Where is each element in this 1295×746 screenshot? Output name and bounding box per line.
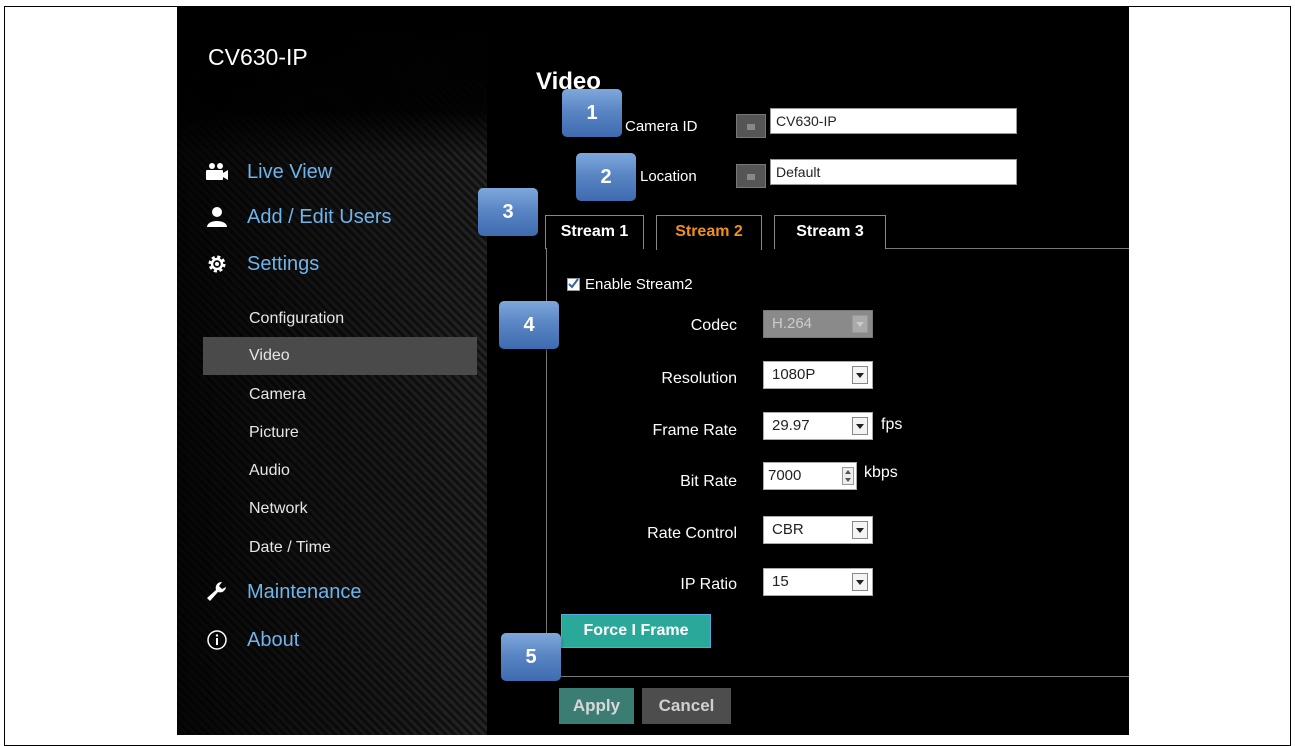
apply-button[interactable]: Apply [559, 688, 634, 724]
sidebar-item-label: Picture [249, 424, 299, 441]
bit-rate-unit: kbps [864, 464, 898, 481]
callout-5: 5 [501, 633, 561, 681]
sidebar: CV630-IP Live View Add / Edit Users Sett… [177, 6, 487, 735]
tabs-divider [886, 248, 1129, 249]
sidebar-item-date-time[interactable]: Date / Time [203, 529, 477, 567]
chevron-down-icon[interactable] [852, 366, 868, 384]
ip-ratio-select[interactable]: 15 [763, 568, 873, 596]
force-i-frame-button[interactable]: Force I Frame [561, 614, 711, 648]
nav-maintenance-label: Maintenance [247, 580, 362, 603]
codec-select: H.264 [763, 310, 873, 338]
wrench-icon [205, 580, 229, 604]
callout-3: 3 [478, 188, 538, 236]
tab-label: Stream 3 [796, 223, 864, 240]
chevron-down-icon[interactable] [852, 573, 868, 591]
sidebar-item-picture[interactable]: Picture [203, 414, 477, 452]
nav-about-label: About [247, 628, 300, 651]
nav-live-view-label: Live View [247, 160, 333, 183]
chevron-down-icon[interactable] [852, 521, 868, 539]
ip-ratio-label: IP Ratio [680, 576, 737, 593]
sidebar-item-label: Audio [249, 462, 290, 479]
sidebar-item-camera[interactable]: Camera [203, 376, 477, 414]
sidebar-item-label: Video [249, 347, 290, 364]
location-field[interactable] [770, 159, 1017, 185]
app-window: CV630-IP Live View Add / Edit Users Sett… [177, 6, 1129, 735]
location-lock-button[interactable] [736, 164, 766, 188]
ip-ratio-value: 15 [772, 573, 789, 590]
lock-icon [746, 117, 756, 135]
camera-icon [205, 160, 229, 184]
resolution-select[interactable]: 1080P [763, 361, 873, 389]
resolution-value: 1080P [772, 366, 816, 383]
location-label: Location [640, 168, 697, 185]
info-icon [205, 628, 229, 652]
user-icon [205, 205, 229, 229]
sidebar-header-fade [177, 6, 487, 156]
bit-rate-value: 7000 [768, 467, 802, 484]
nav-about[interactable]: About [205, 628, 299, 652]
brand-title: CV630-IP [208, 44, 308, 70]
tab-stream-3[interactable]: Stream 3 [774, 215, 886, 249]
codec-value: H.264 [772, 315, 813, 332]
sidebar-item-label: Configuration [249, 310, 345, 327]
panel-bottom-border [546, 676, 1129, 677]
callout-4: 4 [499, 301, 559, 349]
nav-live-view[interactable]: Live View [205, 160, 332, 184]
lock-icon [746, 167, 756, 185]
callout-2: 2 [576, 153, 636, 201]
nav-maintenance[interactable]: Maintenance [205, 580, 362, 604]
gear-icon [205, 252, 229, 276]
enable-stream-checkbox[interactable] [567, 276, 580, 294]
bit-rate-spinner[interactable]: 7000 [763, 462, 857, 490]
frame-rate-label: Frame Rate [652, 422, 737, 439]
resolution-label: Resolution [661, 370, 737, 387]
callout-1: 1 [562, 89, 622, 137]
sidebar-item-audio[interactable]: Audio [203, 452, 477, 490]
nav-add-edit-users[interactable]: Add / Edit Users [205, 205, 392, 229]
camera-id-lock-button[interactable] [736, 114, 766, 138]
frame-rate-value: 29.97 [772, 417, 810, 434]
tab-stream-2[interactable]: Stream 2 [656, 215, 762, 250]
tab-stream-1[interactable]: Stream 1 [545, 215, 644, 249]
check-icon [568, 276, 579, 294]
sidebar-item-label: Network [249, 500, 308, 517]
nav-settings-label: Settings [247, 252, 320, 275]
cancel-button[interactable]: Cancel [642, 688, 731, 724]
tab-label: Stream 1 [560, 223, 629, 240]
tab-label: Stream 2 [675, 223, 743, 240]
sidebar-item-network[interactable]: Network [203, 490, 477, 528]
chevron-down-icon[interactable] [852, 417, 868, 435]
rate-control-select[interactable]: CBR [763, 516, 873, 544]
nav-add-edit-users-label: Add / Edit Users [247, 205, 392, 228]
sidebar-item-label: Camera [249, 386, 306, 403]
enable-stream-label: Enable Stream2 [585, 276, 693, 293]
sidebar-item-video[interactable]: Video [203, 337, 477, 375]
chevron-down-icon [852, 315, 868, 333]
camera-id-field[interactable] [770, 108, 1017, 134]
frame-rate-select[interactable]: 29.97 [763, 412, 873, 440]
rate-control-label: Rate Control [647, 525, 737, 542]
sidebar-item-configuration[interactable]: Configuration [203, 300, 477, 338]
sidebar-item-label: Date / Time [249, 539, 331, 556]
frame-rate-unit: fps [881, 416, 903, 433]
camera-id-label: Camera ID [625, 118, 698, 135]
codec-label: Codec [690, 317, 737, 334]
rate-control-value: CBR [772, 521, 804, 538]
nav-settings[interactable]: Settings [205, 252, 319, 276]
spinner-arrows-icon[interactable] [842, 467, 854, 485]
bit-rate-label: Bit Rate [680, 473, 737, 490]
